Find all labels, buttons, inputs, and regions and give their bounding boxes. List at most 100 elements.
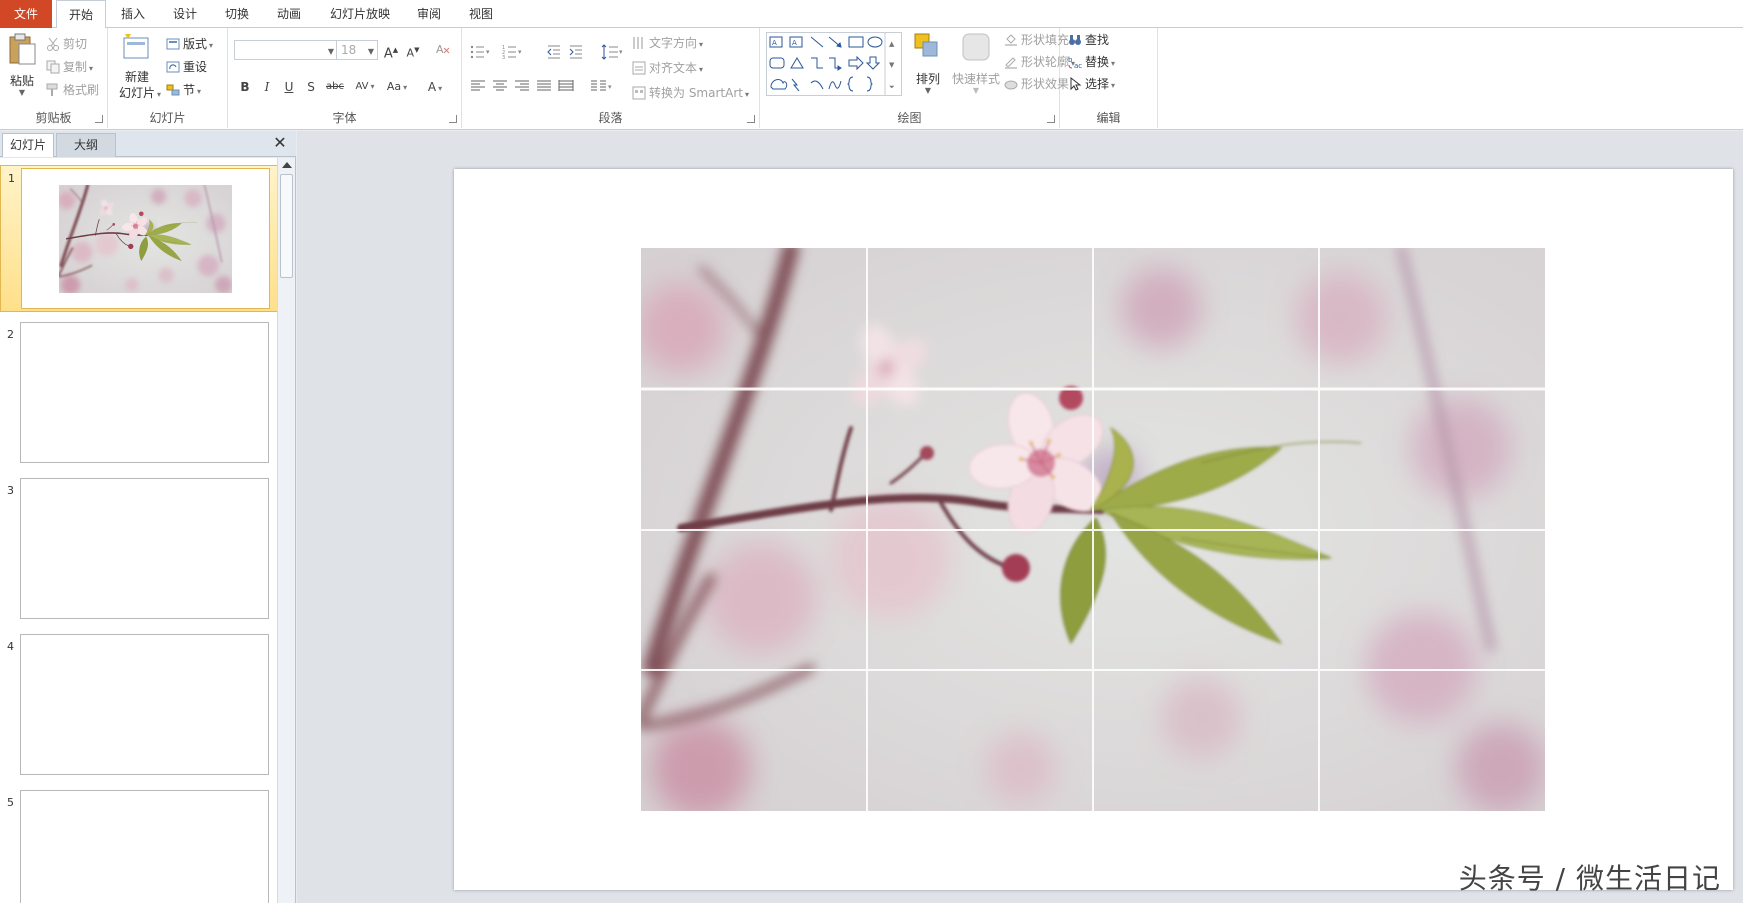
slide-thumbnail-list: 1 2 3 4 5 [0,158,278,903]
svg-text:A: A [772,39,777,47]
tab-slides-panel[interactable]: 幻灯片 [2,133,54,157]
font-name-dropdown-icon[interactable]: ▼ [328,47,334,56]
font-size-combo[interactable]: 18 ▼ [336,40,378,60]
quick-styles-label: 快速样式 [951,72,1000,86]
tab-animations[interactable]: 动画 [266,0,312,28]
flower-picture[interactable] [641,248,1545,811]
justify-icon[interactable] [536,78,554,96]
tab-review[interactable]: 审阅 [406,0,452,28]
change-case-button[interactable]: Aa ▾ [384,78,410,96]
clipboard-launcher-icon[interactable] [95,115,103,123]
quick-styles-button[interactable]: 快速样式 ▼ [950,32,1002,104]
shapes-gallery[interactable]: A A ▲ ▼ ⏷ [766,32,902,96]
thumbnail-scrollbar[interactable] [277,158,295,903]
align-text-button[interactable]: 对齐文本 ▾ [632,58,703,78]
svg-text:▾: ▾ [518,48,522,56]
find-button[interactable]: 查找 [1068,30,1109,50]
tab-home[interactable]: 开始 [56,0,106,29]
arrange-button[interactable]: 排列 ▼ [910,32,946,104]
new-slide-button[interactable]: 新建 幻灯片 ▾ [114,32,161,104]
copy-button[interactable]: 复制 ▾ [46,57,93,77]
slide-thumbnail-4[interactable]: 4 [0,634,278,777]
arrange-dropdown-icon[interactable]: ▼ [910,86,946,95]
tab-view[interactable]: 视图 [458,0,504,28]
quick-styles-icon [962,33,990,61]
drawing-launcher-icon[interactable] [1047,115,1055,123]
cherry-blossom-photo [641,248,1545,811]
format-painter-button[interactable]: 格式刷 [46,80,99,100]
new-slide-label-2: 幻灯片 ▾ [118,86,162,100]
font-launcher-icon[interactable] [449,115,457,123]
svg-text:⏷: ⏷ [889,83,895,91]
scroll-up-icon[interactable] [282,162,292,168]
bullets-icon[interactable]: ▾ [470,44,490,62]
convert-smartart-button[interactable]: 转换为 SmartArt ▾ [632,83,749,103]
select-label: 选择 [1085,77,1110,91]
paste-dropdown-icon[interactable]: ▼ [4,88,40,97]
slide-preview [21,168,270,309]
align-left-icon[interactable] [470,78,488,96]
slide-thumbnail-5[interactable]: 5 [0,790,278,903]
columns-icon[interactable]: ▾ [590,78,612,96]
font-color-button[interactable]: A ▾ [422,78,448,96]
italic-button[interactable]: I [258,78,276,96]
text-direction-icon [632,36,646,50]
layout-button[interactable]: 版式 ▾ [166,34,213,54]
brush-icon [46,83,60,97]
tab-outline-panel[interactable]: 大纲 [56,133,116,157]
tab-file[interactable]: 文件 [0,0,52,28]
bold-button[interactable]: B [236,78,254,96]
replace-button[interactable]: b ac 替换 ▾ [1068,52,1115,72]
font-name-combo[interactable]: ▼ [234,40,338,60]
select-button[interactable]: 选择 ▾ [1068,74,1115,94]
watermark-text: 头条号 / 微生活日记 [1458,862,1721,895]
binoculars-icon [1068,33,1082,47]
tab-slideshow[interactable]: 幻灯片放映 [322,0,398,28]
current-slide[interactable] [454,169,1733,890]
scrollbar-thumb[interactable] [280,174,293,278]
svg-text:ac: ac [1074,62,1082,69]
close-panel-icon[interactable]: ✕ [272,135,288,151]
reset-label: 重设 [183,60,208,74]
slide-number: 5 [7,796,14,809]
align-center-icon[interactable] [492,78,510,96]
align-text-label: 对齐文本 [649,61,698,75]
clipboard-group: 粘贴 ▼ 剪切 复制 ▾ 格式刷 剪贴板 [0,28,108,128]
increase-indent-icon[interactable] [568,44,586,62]
decrease-indent-icon[interactable] [546,44,564,62]
slides-group-label: 幻灯片 [149,111,186,125]
slide-thumbnail-2[interactable]: 2 [0,322,278,465]
tab-transitions[interactable]: 切换 [214,0,260,28]
text-direction-button[interactable]: 文字方向 ▾ [632,33,703,53]
cursor-icon [1068,76,1082,91]
align-text-icon [632,61,646,75]
font-size-dropdown-icon[interactable]: ▼ [368,47,374,56]
pencil-icon [1004,55,1018,69]
text-direction-label: 文字方向 [649,36,698,50]
slide-thumbnail-3[interactable]: 3 [0,478,278,621]
paragraph-launcher-icon[interactable] [747,115,755,123]
line-spacing-icon[interactable]: ▾ [600,44,623,62]
drawing-group: A A ▲ ▼ ⏷ 排列 ▼ 快速样式 ▼ 形状填充 形状轮廓 ▾ 形状效果 绘… [760,28,1075,128]
distributed-icon[interactable] [558,78,576,96]
paste-button[interactable]: 粘贴 ▼ [4,32,40,102]
underline-button[interactable]: U [280,78,298,96]
numbering-icon[interactable]: 1 2 3 ▾ [502,44,522,62]
strikethrough-button[interactable]: abc [324,78,346,96]
shrink-font-icon[interactable]: A▼ [404,41,422,60]
slide-thumbnail-1[interactable]: 1 [0,165,278,312]
tab-design[interactable]: 设计 [162,0,208,28]
quick-styles-dropdown-icon[interactable]: ▼ [950,86,1002,95]
grow-font-icon[interactable]: A▲ [382,41,400,61]
section-button[interactable]: 节 ▾ [166,80,201,100]
reset-button[interactable]: 重设 [166,57,207,77]
clear-formatting-icon[interactable]: A [434,41,452,59]
tab-insert[interactable]: 插入 [110,0,156,28]
align-right-icon[interactable] [514,78,532,96]
replace-icon: b ac [1068,55,1082,70]
new-slide-label-1: 新建 [124,70,149,84]
text-shadow-button[interactable]: S [302,78,320,96]
char-spacing-button[interactable]: AV ▾ [352,78,378,96]
cut-button[interactable]: 剪切 [46,34,87,54]
font-size-value: 18 [341,43,357,57]
